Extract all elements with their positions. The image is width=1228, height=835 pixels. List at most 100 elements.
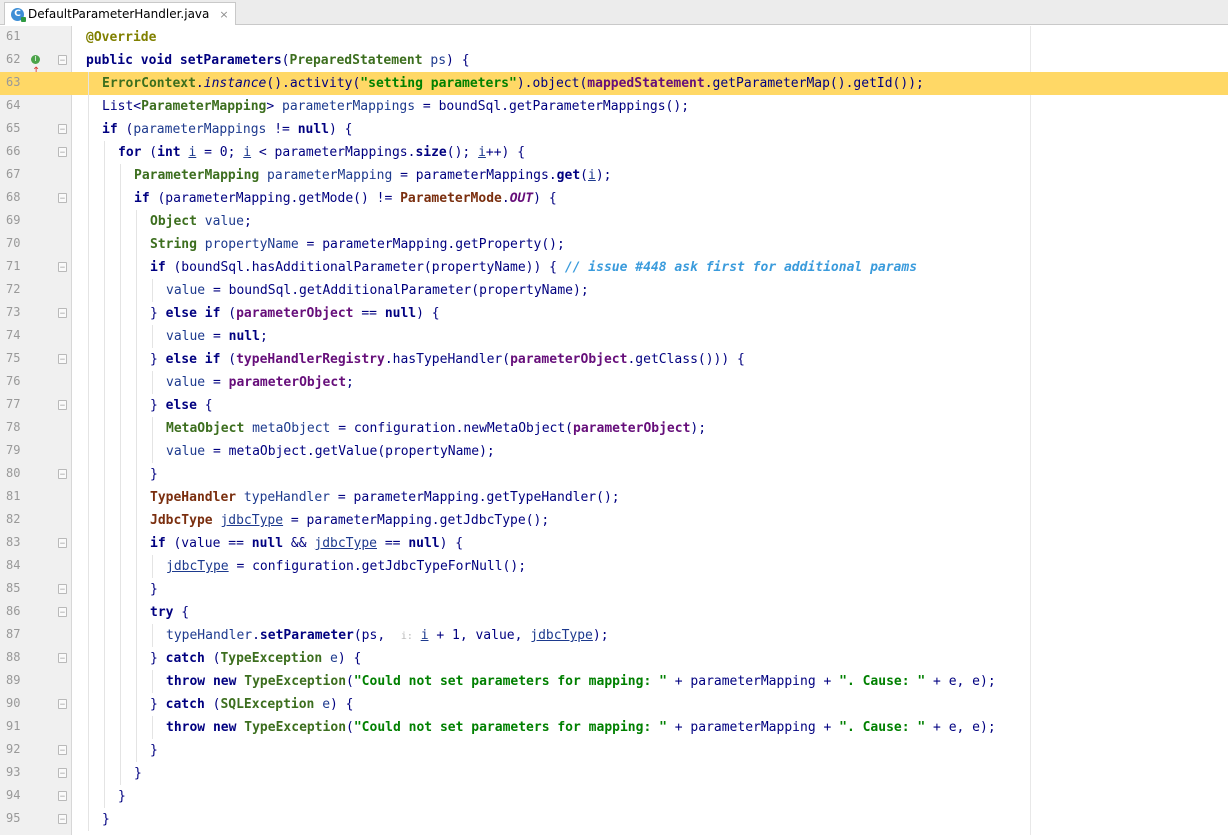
editor-tab-default-parameter-handler[interactable]: C DefaultParameterHandler.java × [4, 2, 236, 25]
code-token: int [157, 145, 189, 160]
code-text[interactable]: ParameterMapping parameterMapping = para… [134, 167, 611, 184]
code-line-74[interactable]: 74 value = null; [0, 325, 1228, 348]
code-line-75[interactable]: 75−} else if (typeHandlerRegistry.hasTyp… [0, 348, 1228, 371]
close-icon[interactable]: × [219, 8, 228, 21]
fold-marker-icon[interactable]: − [58, 55, 67, 66]
override-method-icon[interactable]: I↑ [31, 54, 45, 77]
fold-marker-icon[interactable]: − [58, 699, 67, 710]
code-token: ( [220, 306, 237, 321]
code-text[interactable]: } [102, 811, 110, 828]
code-text[interactable]: throw new TypeException("Could not set p… [166, 673, 996, 690]
code-line-91[interactable]: 91 throw new TypeException("Could not set… [0, 716, 1228, 739]
code-text[interactable]: } [150, 466, 158, 483]
code-line-76[interactable]: 76 value = parameterObject; [0, 371, 1228, 394]
code-line-94[interactable]: 94 −} [0, 785, 1228, 808]
fold-marker-icon[interactable]: − [58, 791, 67, 802]
code-line-68[interactable]: 68 − if (parameterMapping.getMode() != Par… [0, 187, 1228, 210]
fold-marker-icon[interactable]: − [58, 768, 67, 779]
code-text[interactable]: } [118, 788, 126, 805]
fold-marker-icon[interactable]: − [58, 124, 67, 135]
code-text[interactable]: ErrorContext.instance().activity("settin… [102, 75, 924, 92]
code-line-80[interactable]: 80 −} [0, 463, 1228, 486]
code-line-72[interactable]: 72 value = boundSql.getAdditionalParamete… [0, 279, 1228, 302]
code-line-92[interactable]: 92 −} [0, 739, 1228, 762]
code-text[interactable]: value = parameterObject; [166, 374, 354, 391]
code-line-65[interactable]: 65 − if (parameterMappings != null) { [0, 118, 1228, 141]
fold-marker-icon[interactable]: − [58, 147, 67, 158]
code-text[interactable]: try { [150, 604, 189, 621]
line-number: 78 [6, 420, 21, 434]
code-text[interactable]: typeHandler.setParameter(ps, i: i + 1, v… [166, 627, 609, 645]
fold-marker-icon[interactable]: − [58, 469, 67, 480]
code-text[interactable]: if (value == null && jdbcType == null) { [150, 535, 463, 552]
fold-marker-icon[interactable]: − [58, 745, 67, 756]
code-line-87[interactable]: 87 typeHandler.setParameter(ps, i: i + 1,… [0, 624, 1228, 647]
code-text[interactable]: if (parameterMappings != null) { [102, 121, 352, 138]
code-line-62[interactable]: 62 I↑ − public void setParameters(PreparedS… [0, 49, 1228, 77]
code-line-64[interactable]: 64 List<ParameterMapping> parameterMappin… [0, 95, 1228, 118]
code-token: SQLException [220, 697, 315, 712]
code-line-81[interactable]: 81 TypeHandler typeHandler = parameterMap… [0, 486, 1228, 509]
code-line-86[interactable]: 86 − try { [0, 601, 1228, 624]
code-text[interactable]: for (int i = 0; i < parameterMappings.si… [118, 144, 525, 161]
fold-marker-icon[interactable]: − [58, 653, 67, 664]
code-text[interactable]: } else if (parameterObject == null) { [150, 305, 440, 322]
code-text[interactable]: JdbcType jdbcType = parameterMapping.get… [150, 512, 549, 529]
fold-marker-icon[interactable]: − [58, 308, 67, 319]
code-editor[interactable]: 61 @Override 62 I↑ − public void setParameter… [0, 26, 1228, 835]
fold-marker-icon[interactable]: − [58, 400, 67, 411]
code-text[interactable]: jdbcType = configuration.getJdbcTypeForN… [166, 558, 526, 575]
code-text[interactable]: String propertyName = parameterMapping.g… [150, 236, 565, 253]
code-text[interactable]: value = metaObject.getValue(propertyName… [166, 443, 495, 460]
code-text[interactable]: } catch (TypeException e) { [150, 650, 361, 667]
code-text[interactable]: Object value; [150, 213, 252, 230]
code-text[interactable]: } else { [150, 397, 213, 414]
fold-marker-icon[interactable]: − [58, 193, 67, 204]
code-line-88[interactable]: 88−} catch (TypeException e) { [0, 647, 1228, 670]
code-line-85[interactable]: 85 −} [0, 578, 1228, 601]
fold-marker-icon[interactable]: − [58, 814, 67, 825]
code-text[interactable]: } catch (SQLException e) { [150, 696, 354, 713]
code-line-79[interactable]: 79 value = metaObject.getValue(propertyNa… [0, 440, 1228, 463]
code-line-77[interactable]: 77−} else { [0, 394, 1228, 417]
code-text[interactable]: throw new TypeException("Could not set p… [166, 719, 996, 736]
code-line-95[interactable]: 95 −} [0, 808, 1228, 831]
code-line-83[interactable]: 83 − if (value == null && jdbcType == null… [0, 532, 1228, 555]
code-line-66[interactable]: 66 − for (int i = 0; i < parameterMappings… [0, 141, 1228, 164]
code-text[interactable]: value = null; [166, 328, 268, 345]
code-line-93[interactable]: 93 −} [0, 762, 1228, 785]
code-text[interactable]: @Override [86, 29, 156, 46]
fold-marker-icon[interactable]: − [58, 584, 67, 595]
code-text[interactable]: } else if (typeHandlerRegistry.hasTypeHa… [150, 351, 745, 368]
code-line-70[interactable]: 70 String propertyName = parameterMapping… [0, 233, 1228, 256]
code-line-84[interactable]: 84 jdbcType = configuration.getJdbcTypeFo… [0, 555, 1228, 578]
code-text[interactable]: public void setParameters(PreparedStatem… [86, 52, 470, 69]
code-text[interactable]: if (boundSql.hasAdditionalParameter(prop… [150, 259, 917, 276]
fold-marker-icon[interactable]: − [58, 354, 67, 365]
code-line-69[interactable]: 69 Object value; [0, 210, 1228, 233]
code-line-61[interactable]: 61 @Override [0, 26, 1228, 49]
code-line-67[interactable]: 67 ParameterMapping parameterMapping = pa… [0, 164, 1228, 187]
code-line-71[interactable]: 71 − if (boundSql.hasAdditionalParameter(p… [0, 256, 1228, 279]
indent-guide [136, 578, 137, 601]
code-text[interactable]: } [134, 765, 142, 782]
code-text[interactable]: TypeHandler typeHandler = parameterMappi… [150, 489, 620, 506]
code-text[interactable]: List<ParameterMapping> parameterMappings… [102, 98, 689, 115]
code-line-63[interactable]: 63 ErrorContext.instance().activity("sett… [0, 72, 1228, 95]
code-text[interactable]: } [150, 742, 158, 759]
code-line-82[interactable]: 82 JdbcType jdbcType = parameterMapping.g… [0, 509, 1228, 532]
code-line-90[interactable]: 90−} catch (SQLException e) { [0, 693, 1228, 716]
fold-marker-icon[interactable]: − [58, 538, 67, 549]
code-text[interactable]: value = boundSql.getAdditionalParameter(… [166, 282, 589, 299]
code-text[interactable]: MetaObject metaObject = configuration.ne… [166, 420, 706, 437]
fold-marker-icon[interactable]: − [58, 607, 67, 618]
fold-marker-icon[interactable]: − [58, 262, 67, 273]
indent-guide [88, 716, 89, 739]
code-line-73[interactable]: 73−} else if (parameterObject == null) { [0, 302, 1228, 325]
code-token: null [228, 329, 260, 344]
code-text[interactable]: if (parameterMapping.getMode() != Parame… [134, 190, 557, 207]
code-token: instance [203, 76, 267, 91]
code-line-89[interactable]: 89 throw new TypeException("Could not set… [0, 670, 1228, 693]
code-line-78[interactable]: 78 MetaObject metaObject = configuration.… [0, 417, 1228, 440]
code-text[interactable]: } [150, 581, 158, 598]
